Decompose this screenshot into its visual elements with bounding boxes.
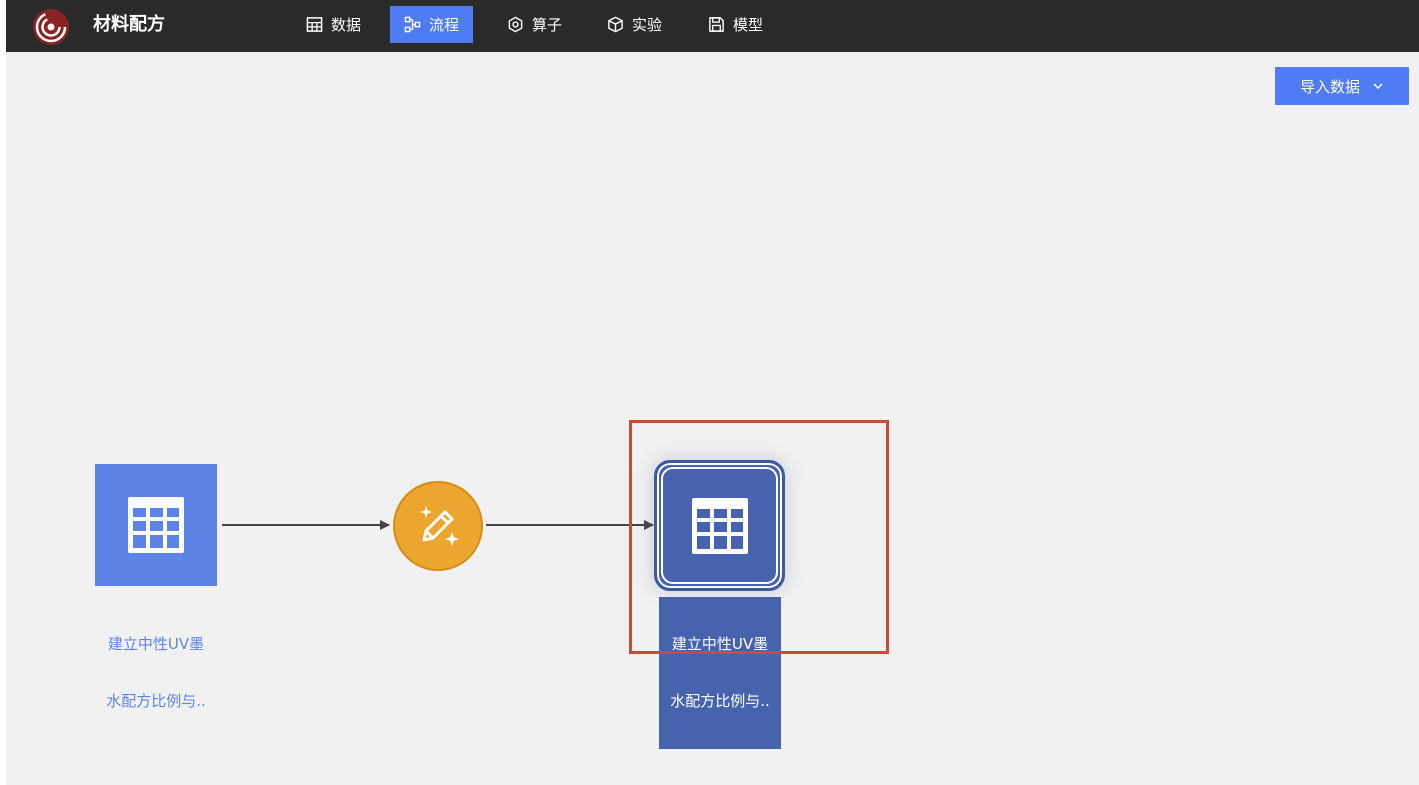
app-title: 材料配方 [93, 14, 165, 35]
nav-data-label: 数据 [331, 16, 362, 34]
logo-icon [32, 8, 70, 46]
flow-node-operator[interactable] [393, 481, 483, 571]
nav-flow[interactable]: 流程 [390, 6, 474, 43]
save-icon [709, 17, 724, 32]
nav-experiment[interactable]: 实验 [593, 6, 676, 43]
nav-data[interactable]: 数据 [292, 6, 375, 43]
top-bar: 材料配方 数据 流程 算子 实验 模型 [6, 0, 1419, 52]
cube-icon [608, 16, 623, 33]
table-icon [128, 497, 184, 553]
nav-model[interactable]: 模型 [694, 6, 777, 43]
highlight-box [629, 420, 889, 654]
app-window: 材料配方 数据 流程 算子 实验 模型 导入数据 建立中性UV墨 水配方比例与.… [6, 0, 1419, 785]
flow-node-source-dataset[interactable] [95, 464, 217, 586]
nav-experiment-label: 实验 [632, 16, 663, 34]
nav-flow-label: 流程 [429, 16, 460, 34]
flow-node-source-label: 建立中性UV墨 水配方比例与.. [106, 635, 206, 710]
nav-operator-label: 算子 [532, 16, 563, 34]
flow-canvas[interactable]: 建立中性UV墨 水配方比例与.. 建立中性UV墨 水配方比例与.. [6, 52, 1419, 785]
nav-operator[interactable]: 算子 [493, 6, 576, 43]
operator-icon [508, 16, 523, 33]
table-icon [306, 17, 323, 32]
magic-pencil-icon [420, 506, 459, 546]
nav-model-label: 模型 [733, 16, 764, 34]
flow-icon [404, 16, 421, 33]
